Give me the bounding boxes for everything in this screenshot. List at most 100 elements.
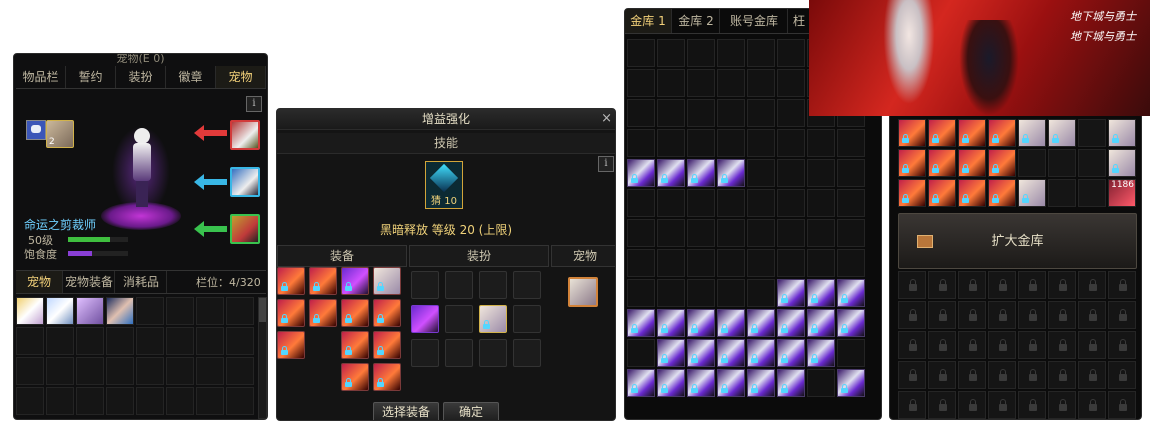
account-storage-cell[interactable] — [1078, 149, 1106, 177]
storage-cell[interactable] — [657, 339, 685, 367]
tab-3[interactable]: 徽章 — [166, 66, 216, 88]
pet-item-slot[interactable] — [46, 297, 74, 325]
info-icon[interactable]: i — [598, 156, 614, 172]
storage-cell[interactable] — [687, 339, 715, 367]
storage-cell[interactable] — [687, 69, 715, 97]
storage-tab-1[interactable]: 金库 2 — [673, 9, 720, 33]
storage-cell[interactable] — [747, 369, 775, 397]
storage-cell[interactable] — [807, 129, 835, 157]
account-storage-cell[interactable] — [1078, 119, 1106, 147]
storage-cell[interactable] — [837, 279, 865, 307]
account-storage-cell[interactable] — [1048, 119, 1076, 147]
storage-cell[interactable] — [687, 249, 715, 277]
heart-item-slot[interactable]: 1186 — [1108, 179, 1136, 207]
equipment-slot[interactable] — [309, 267, 337, 295]
costume-slot[interactable] — [479, 271, 507, 299]
account-storage-cell[interactable] — [898, 179, 926, 207]
select-equipment-button[interactable]: 选择装备 — [373, 402, 439, 420]
storage-cell[interactable] — [747, 339, 775, 367]
storage-cell[interactable] — [627, 39, 655, 67]
storage-cell[interactable] — [747, 249, 775, 277]
storage-cell[interactable] — [777, 69, 805, 97]
inventory-cell[interactable] — [46, 357, 74, 385]
storage-tab-3[interactable]: 枉 — [789, 9, 810, 33]
storage-cell[interactable] — [627, 339, 655, 367]
storage-cell[interactable] — [807, 339, 835, 367]
inventory-cell[interactable] — [136, 387, 164, 415]
account-storage-cell[interactable] — [988, 149, 1016, 177]
storage-cell[interactable] — [717, 99, 745, 127]
inventory-cell[interactable] — [136, 327, 164, 355]
account-storage-cell[interactable] — [928, 149, 956, 177]
pet-equip-slot-blue[interactable] — [230, 167, 260, 197]
storage-cell[interactable] — [807, 309, 835, 337]
inventory-cell[interactable] — [16, 327, 44, 355]
pet-equip-slot-green[interactable] — [230, 214, 260, 244]
inventory-cell[interactable] — [106, 357, 134, 385]
subtab-1[interactable]: 宠物装备 — [64, 271, 115, 293]
storage-cell[interactable] — [807, 219, 835, 247]
equipment-slot[interactable] — [373, 267, 401, 295]
info-icon[interactable]: i — [246, 96, 262, 112]
storage-cell[interactable] — [717, 279, 745, 307]
tab-4[interactable]: 宠物 — [216, 66, 266, 88]
storage-cell[interactable] — [777, 99, 805, 127]
subtab-0[interactable]: 宠物 — [16, 271, 63, 293]
storage-cell[interactable] — [627, 69, 655, 97]
tab-1[interactable]: 誓约 — [66, 66, 116, 88]
storage-cell[interactable] — [717, 369, 745, 397]
pet-equip-slot-red[interactable] — [230, 120, 260, 150]
equipment-slot[interactable] — [277, 267, 305, 295]
costume-slot[interactable] — [445, 271, 473, 299]
storage-cell[interactable] — [807, 249, 835, 277]
storage-cell[interactable] — [807, 159, 835, 187]
storage-cell[interactable] — [777, 159, 805, 187]
equipment-slot[interactable] — [341, 331, 369, 359]
inventory-cell[interactable] — [46, 387, 74, 415]
inventory-cell[interactable] — [16, 387, 44, 415]
storage-cell[interactable] — [837, 219, 865, 247]
storage-cell[interactable] — [777, 339, 805, 367]
inventory-cell[interactable] — [106, 327, 134, 355]
storage-cell[interactable] — [657, 189, 685, 217]
pet-slot-main[interactable]: 2 — [46, 120, 74, 148]
storage-cell[interactable] — [717, 129, 745, 157]
costume-slot[interactable] — [513, 339, 541, 367]
storage-cell[interactable] — [687, 279, 715, 307]
subtab-2[interactable]: 消耗品 — [116, 271, 167, 293]
inventory-cell[interactable] — [196, 357, 224, 385]
storage-cell[interactable] — [687, 309, 715, 337]
storage-cell[interactable] — [717, 309, 745, 337]
inventory-cell[interactable] — [226, 387, 254, 415]
storage-tab-2[interactable]: 账号金库 — [721, 9, 788, 33]
inventory-cell[interactable] — [226, 327, 254, 355]
storage-cell[interactable] — [777, 249, 805, 277]
account-storage-cell[interactable] — [1078, 179, 1106, 207]
storage-cell[interactable] — [657, 219, 685, 247]
inventory-cell[interactable] — [166, 327, 194, 355]
storage-cell[interactable] — [777, 189, 805, 217]
storage-cell[interactable] — [657, 129, 685, 157]
close-icon[interactable]: × — [601, 111, 612, 126]
equipment-slot[interactable] — [341, 299, 369, 327]
storage-cell[interactable] — [687, 189, 715, 217]
inventory-cell[interactable] — [196, 297, 224, 325]
storage-cell[interactable] — [627, 129, 655, 157]
pet-item-slot[interactable] — [106, 297, 134, 325]
inventory-cell[interactable] — [226, 357, 254, 385]
storage-cell[interactable] — [747, 219, 775, 247]
storage-cell[interactable] — [657, 99, 685, 127]
equipment-slot[interactable] — [373, 331, 401, 359]
storage-cell[interactable] — [777, 219, 805, 247]
account-storage-cell[interactable] — [988, 119, 1016, 147]
storage-cell[interactable] — [777, 129, 805, 157]
inventory-cell[interactable] — [196, 327, 224, 355]
equipment-slot[interactable] — [373, 299, 401, 327]
costume-slot[interactable] — [411, 305, 439, 333]
storage-cell[interactable] — [687, 159, 715, 187]
equipment-slot[interactable] — [341, 267, 369, 295]
storage-cell[interactable] — [747, 189, 775, 217]
storage-cell[interactable] — [747, 159, 775, 187]
equipment-slot[interactable] — [309, 299, 337, 327]
storage-cell[interactable] — [777, 279, 805, 307]
